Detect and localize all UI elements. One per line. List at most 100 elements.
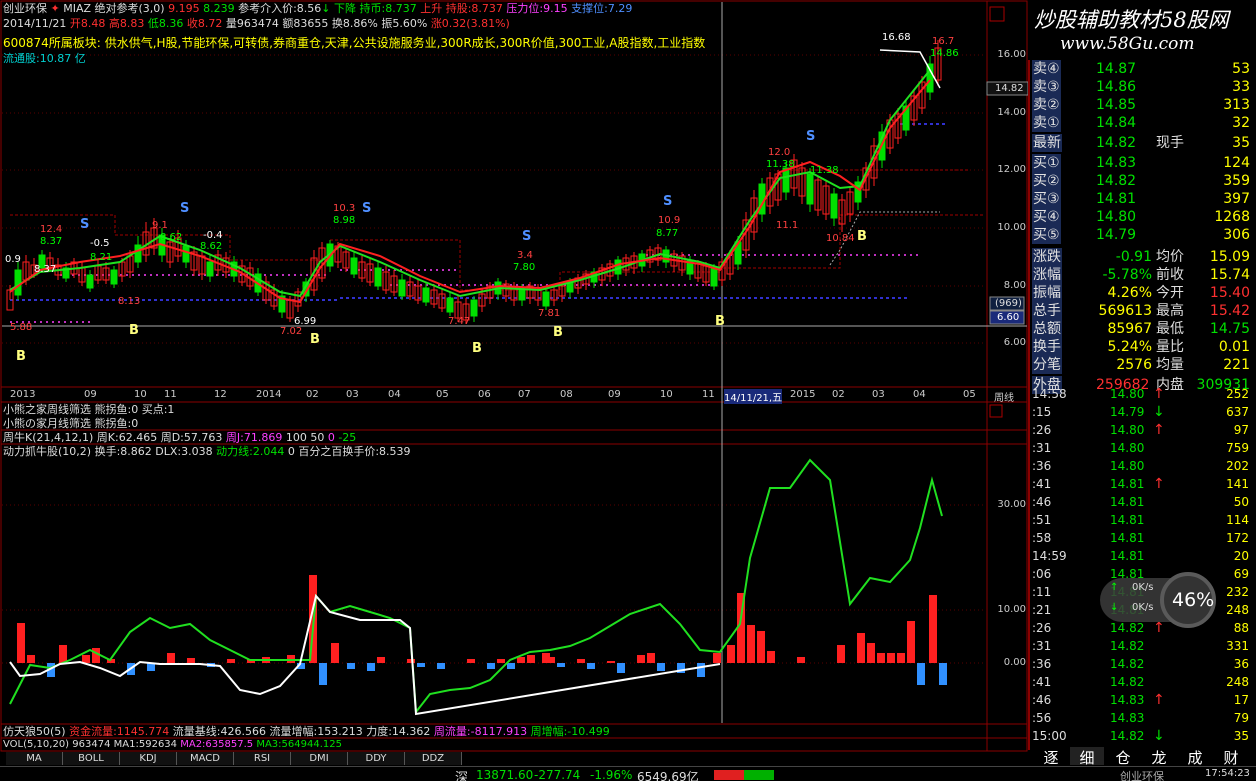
quote-price: 14.81 [1096,191,1137,207]
tab-boll[interactable]: BOLL [63,752,120,765]
flow-bar [407,659,415,663]
quote-row: 买⑤ 14.79 306 [1030,226,1252,244]
candle-body [110,269,118,285]
price-annotation: 8.77 [656,228,678,239]
time-tick: 2015 [790,389,816,400]
ind1-line1: 小熊之家周线筛选 熊拐鱼:0 买点:1 [3,403,175,416]
price-annotation: 7.47 [448,316,470,327]
time-tick: 09 [84,389,97,400]
right-tab[interactable]: 成 [1178,747,1212,767]
ind2-line: 周牛K(21,4,12,1) 周K:62.465 周D:57.763 周J:71… [3,431,357,444]
status-time: 17:54:23 [1205,768,1250,779]
flow-bar [167,653,175,663]
candle-body [446,297,454,313]
panel-toggle-icon[interactable] [989,404,1003,418]
right-tab[interactable]: 龙 [1142,747,1176,767]
time-tick: 07 [518,389,531,400]
price-annotation: 3.4 [517,250,533,261]
tab-ma[interactable]: MA [6,752,63,765]
flow-bar [617,663,625,673]
sub-tick: 30.00 [997,499,1026,510]
price-annotation: 8.62 [160,232,182,243]
flow-bar [27,655,35,663]
watermark-url: www.58Gu.com [1060,34,1195,54]
flow-bar [367,663,375,671]
price-annotation: 9.1 [152,220,168,231]
price-annotation: 8.37 [40,236,62,247]
price-annotation: 8.21 [90,252,112,263]
stock-name[interactable]: 创业环保 [3,2,47,15]
price-tick: 14.00 [997,107,1026,118]
quote-row: 买② 14.82 359 [1030,172,1252,190]
flow-bar [487,663,495,669]
right-tab[interactable]: 细 [1070,747,1104,767]
price-annotation: 14.86 [930,48,959,59]
tab-rsi[interactable]: RSI [234,752,291,765]
flow-bar [713,653,721,663]
sell-signal-icon: S [663,194,672,209]
index-pct: -1.96% [590,768,633,781]
stat-row: 总额 85967 最低 14.75 [1032,320,1250,338]
crosshair-index: (969) [995,298,1022,309]
candle-body [926,63,934,93]
flow-bar [577,659,585,663]
tab-macd[interactable]: MACD [177,752,234,765]
time-tick: 03 [346,389,359,400]
flow-bar [929,595,937,663]
flow-bar [587,663,595,669]
price-annotation: 7.81 [538,308,560,319]
buy-signal-icon: B [857,229,867,244]
cpu-gauge[interactable]: 46% [1160,572,1216,628]
candle-body [374,267,382,287]
tick-row: :41 14.82 248 [1032,675,1249,689]
quote-label: 买③ [1032,190,1061,208]
flow-bar [637,655,645,663]
flow-bar [917,663,925,685]
tab-ddy[interactable]: DDY [348,752,405,765]
candle-body [86,274,94,289]
right-tab[interactable]: 逐 [1034,747,1068,767]
quote-price: 14.82 [1096,135,1137,151]
quote-volume: 124 [1223,155,1250,171]
quote-row: 买③ 14.81 397 [1030,190,1252,208]
right-tab[interactable]: 财 [1214,747,1248,767]
flow-bar [727,645,735,663]
tab-kdj[interactable]: KDJ [120,752,177,765]
flow-bar [82,655,90,663]
time-tick: 12 [214,389,227,400]
quote-label: 卖④ [1032,60,1061,78]
flow-bar [547,657,555,663]
maximize-icon[interactable] [989,6,1005,22]
time-tick: 14/11/21,五 [724,389,783,404]
price-annotation: 16.68 [882,32,911,43]
tick-row: 14:58 14.80 ↑ 252 [1032,386,1249,402]
quote-volume: 359 [1223,173,1250,189]
header-line-2: 2014/11/21 开8.48 高8.83 低8.36 收8.72 量9634… [3,17,510,30]
quote-label: 卖② [1032,96,1061,114]
time-tick: 04 [913,389,926,400]
flow-bar [897,653,905,663]
flow-bar [347,663,355,669]
sub-tick: 10.00 [997,604,1026,615]
tab-dmi[interactable]: DMI [291,752,348,765]
right-tab[interactable]: 仓 [1106,747,1140,767]
quote-price: 14.86 [1096,79,1137,95]
price-annotation: -0.4 [203,230,223,241]
price-annotation: 8.62 [200,241,222,252]
flow-bar [767,651,775,663]
flow-bar [467,659,475,663]
tick-row: :31 14.82 331 [1032,639,1249,653]
quote-label: 卖① [1032,114,1061,132]
flow-bar [939,663,947,685]
stat-row: 分笔 2576 均量 221 [1032,356,1250,374]
time-tick: 2014 [256,389,282,400]
quote-volume: 313 [1223,97,1250,113]
price-annotation: 0.9 [5,254,21,265]
tab-ddz[interactable]: DDZ [405,752,462,765]
quote-price: 14.84 [1096,115,1137,131]
price-annotation: 8.98 [333,215,355,226]
flow-bar [557,663,565,667]
price-annotation: 10.3 [333,203,355,214]
quote-row: 卖② 14.85 313 [1030,96,1252,114]
price-annotation: 10.84 [826,233,855,244]
